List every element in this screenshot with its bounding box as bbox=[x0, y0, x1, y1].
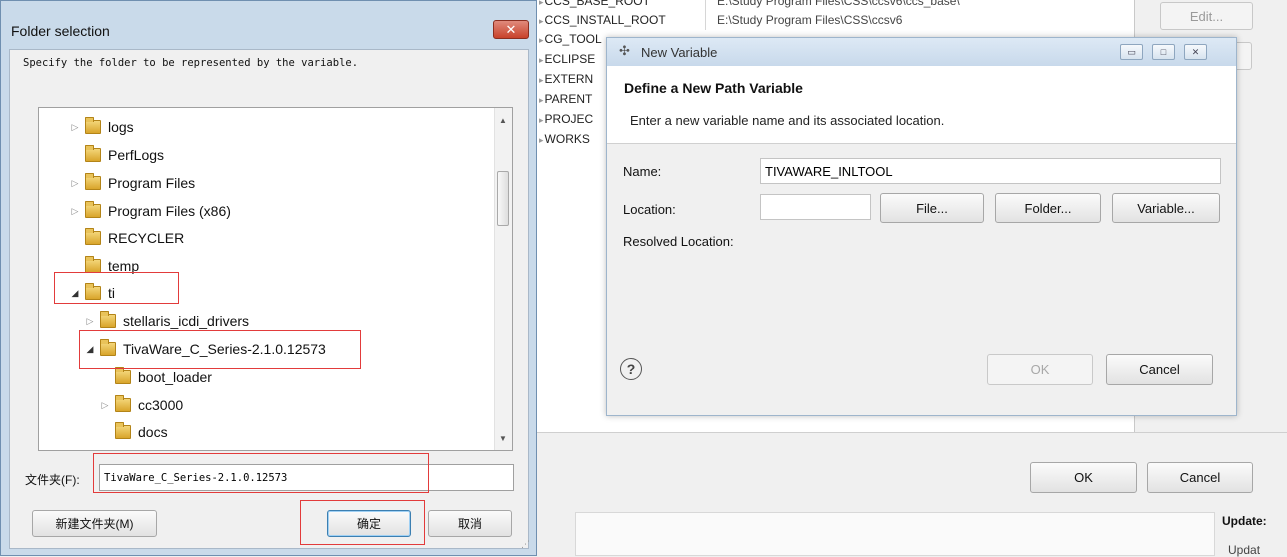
list-item[interactable]: ▸CCS_BASE_ROOT bbox=[539, 0, 650, 8]
folder-selection-dialog: Folder selection ✕ Specify the folder to… bbox=[0, 0, 537, 556]
variable-icon: ▸ bbox=[539, 95, 544, 105]
eclipse-logo-icon: ✣ bbox=[619, 43, 630, 58]
new-variable-header bbox=[607, 66, 1236, 144]
tree-item-docs[interactable]: docs bbox=[99, 421, 168, 443]
tree-item-program-files-x86[interactable]: ▷ Program Files (x86) bbox=[69, 200, 231, 222]
list-item[interactable]: ▸PARENT bbox=[539, 92, 592, 106]
expand-arrow-icon[interactable]: ▷ bbox=[84, 316, 96, 327]
list-item[interactable]: ▸PROJEC bbox=[539, 112, 593, 126]
expand-arrow-icon[interactable]: ▷ bbox=[69, 206, 81, 217]
folder-icon bbox=[85, 228, 101, 245]
location-input[interactable] bbox=[760, 194, 871, 220]
tree-item-stellaris-icdi-drivers[interactable]: ▷ stellaris_icdi_drivers bbox=[84, 310, 249, 332]
variable-ok-button[interactable]: OK bbox=[987, 354, 1093, 385]
folder-icon bbox=[85, 145, 101, 162]
close-icon[interactable]: ✕ bbox=[1184, 44, 1207, 60]
variable-icon: ▸ bbox=[539, 0, 544, 7]
folder-dialog-titlebar: Folder selection bbox=[1, 1, 536, 49]
collapse-arrow-icon[interactable]: ◢ bbox=[69, 288, 81, 299]
variable-value: E:\Study Program Files\CSS\ccsv6 bbox=[717, 13, 903, 27]
name-label: Name: bbox=[623, 164, 662, 179]
resolved-location-label: Resolved Location: bbox=[623, 234, 734, 249]
folder-icon bbox=[100, 339, 116, 356]
expand-arrow-icon[interactable]: ▷ bbox=[69, 122, 81, 133]
update-heading: Update: bbox=[1222, 514, 1267, 528]
new-variable-dialog: ✣ New Variable ▭ □ ✕ Define a New Path V… bbox=[606, 37, 1237, 416]
folder-icon bbox=[85, 256, 101, 273]
folder-icon bbox=[115, 422, 131, 439]
scrollbar-thumb[interactable] bbox=[497, 171, 509, 226]
list-item[interactable]: ▸ECLIPSE bbox=[539, 52, 595, 66]
page-description: Enter a new variable name and its associ… bbox=[630, 113, 945, 128]
variable-icon: ▸ bbox=[539, 16, 544, 26]
folder-dialog-title: Folder selection bbox=[11, 23, 110, 39]
tree-item-temp[interactable]: temp bbox=[69, 255, 139, 277]
variable-icon: ▸ bbox=[539, 135, 544, 145]
folder-dialog-instruction: Specify the folder to be represented by … bbox=[23, 57, 359, 69]
list-item[interactable]: ▸CG_TOOL bbox=[539, 32, 602, 46]
tree-scrollbar[interactable]: ▲ ▼ bbox=[494, 108, 512, 450]
preferences-ok-button[interactable]: OK bbox=[1030, 462, 1137, 493]
tree-item-perflogs[interactable]: PerfLogs bbox=[69, 144, 164, 166]
folder-icon bbox=[85, 283, 101, 300]
tree-item-cc3000[interactable]: ▷ cc3000 bbox=[99, 394, 183, 416]
location-label: Location: bbox=[623, 202, 676, 217]
variable-icon: ▸ bbox=[539, 75, 544, 85]
folder-button[interactable]: Folder... bbox=[995, 193, 1101, 223]
folder-icon bbox=[85, 173, 101, 190]
list-item[interactable]: ▸CCS_INSTALL_ROOT bbox=[539, 13, 666, 27]
folder-icon bbox=[100, 311, 116, 328]
update-text: Updat bbox=[1228, 543, 1261, 557]
tree-item-program-files[interactable]: ▷ Program Files bbox=[69, 172, 195, 194]
expand-arrow-icon[interactable]: ▷ bbox=[99, 400, 111, 411]
folder-cancel-button[interactable]: 取消 bbox=[428, 510, 512, 537]
collapse-arrow-icon[interactable]: ◢ bbox=[84, 344, 96, 355]
file-button[interactable]: File... bbox=[880, 193, 984, 223]
folder-icon bbox=[85, 117, 101, 134]
new-folder-button[interactable]: 新建文件夹(M) bbox=[32, 510, 157, 537]
preferences-cancel-button[interactable]: Cancel bbox=[1147, 462, 1253, 493]
variable-icon: ▸ bbox=[539, 35, 544, 45]
variable-name-input[interactable] bbox=[760, 158, 1221, 184]
variable-cancel-button[interactable]: Cancel bbox=[1106, 354, 1213, 385]
variable-icon: ▸ bbox=[539, 115, 544, 125]
list-item[interactable]: ▸WORKS bbox=[539, 132, 590, 146]
help-icon[interactable]: ? bbox=[620, 358, 642, 380]
maximize-icon[interactable]: □ bbox=[1152, 44, 1175, 60]
folder-name-input[interactable] bbox=[99, 464, 514, 491]
tree-item-tivaware[interactable]: ◢ TivaWare_C_Series-2.1.0.12573 bbox=[84, 338, 326, 360]
folder-icon bbox=[115, 367, 131, 384]
folder-icon bbox=[115, 395, 131, 412]
variable-button[interactable]: Variable... bbox=[1112, 193, 1220, 223]
resize-grip-icon[interactable]: ⋰ bbox=[521, 539, 530, 550]
column-divider bbox=[705, 0, 706, 30]
folder-tree[interactable]: ▷ logs PerfLogs ▷ Program Files ▷ Program F… bbox=[38, 107, 513, 451]
tree-item-boot-loader[interactable]: boot_loader bbox=[99, 366, 212, 388]
edit-button[interactable]: Edit... bbox=[1160, 2, 1253, 30]
expand-arrow-icon[interactable]: ▷ bbox=[69, 178, 81, 189]
tree-item-ti[interactable]: ◢ ti bbox=[69, 282, 115, 304]
scroll-down-icon[interactable]: ▼ bbox=[499, 434, 507, 443]
background-bottom-panel bbox=[575, 512, 1215, 556]
scroll-up-icon[interactable]: ▲ bbox=[499, 116, 507, 125]
list-item[interactable]: ▸EXTERN bbox=[539, 72, 593, 86]
variable-icon: ▸ bbox=[539, 55, 544, 65]
minimize-icon[interactable]: ▭ bbox=[1120, 44, 1143, 60]
folder-icon bbox=[85, 201, 101, 218]
tree-item-recycler[interactable]: RECYCLER bbox=[69, 227, 184, 249]
new-variable-title: New Variable bbox=[641, 45, 718, 60]
folder-field-label: 文件夹(F): bbox=[25, 473, 80, 487]
close-icon[interactable]: ✕ bbox=[493, 20, 529, 39]
tree-item-logs[interactable]: ▷ logs bbox=[69, 116, 134, 138]
folder-ok-button[interactable]: 确定 bbox=[327, 510, 411, 537]
page-title: Define a New Path Variable bbox=[624, 80, 803, 96]
variable-value: E:\Study Program Files\CSS\ccsv6\ccs_bas… bbox=[717, 0, 960, 8]
